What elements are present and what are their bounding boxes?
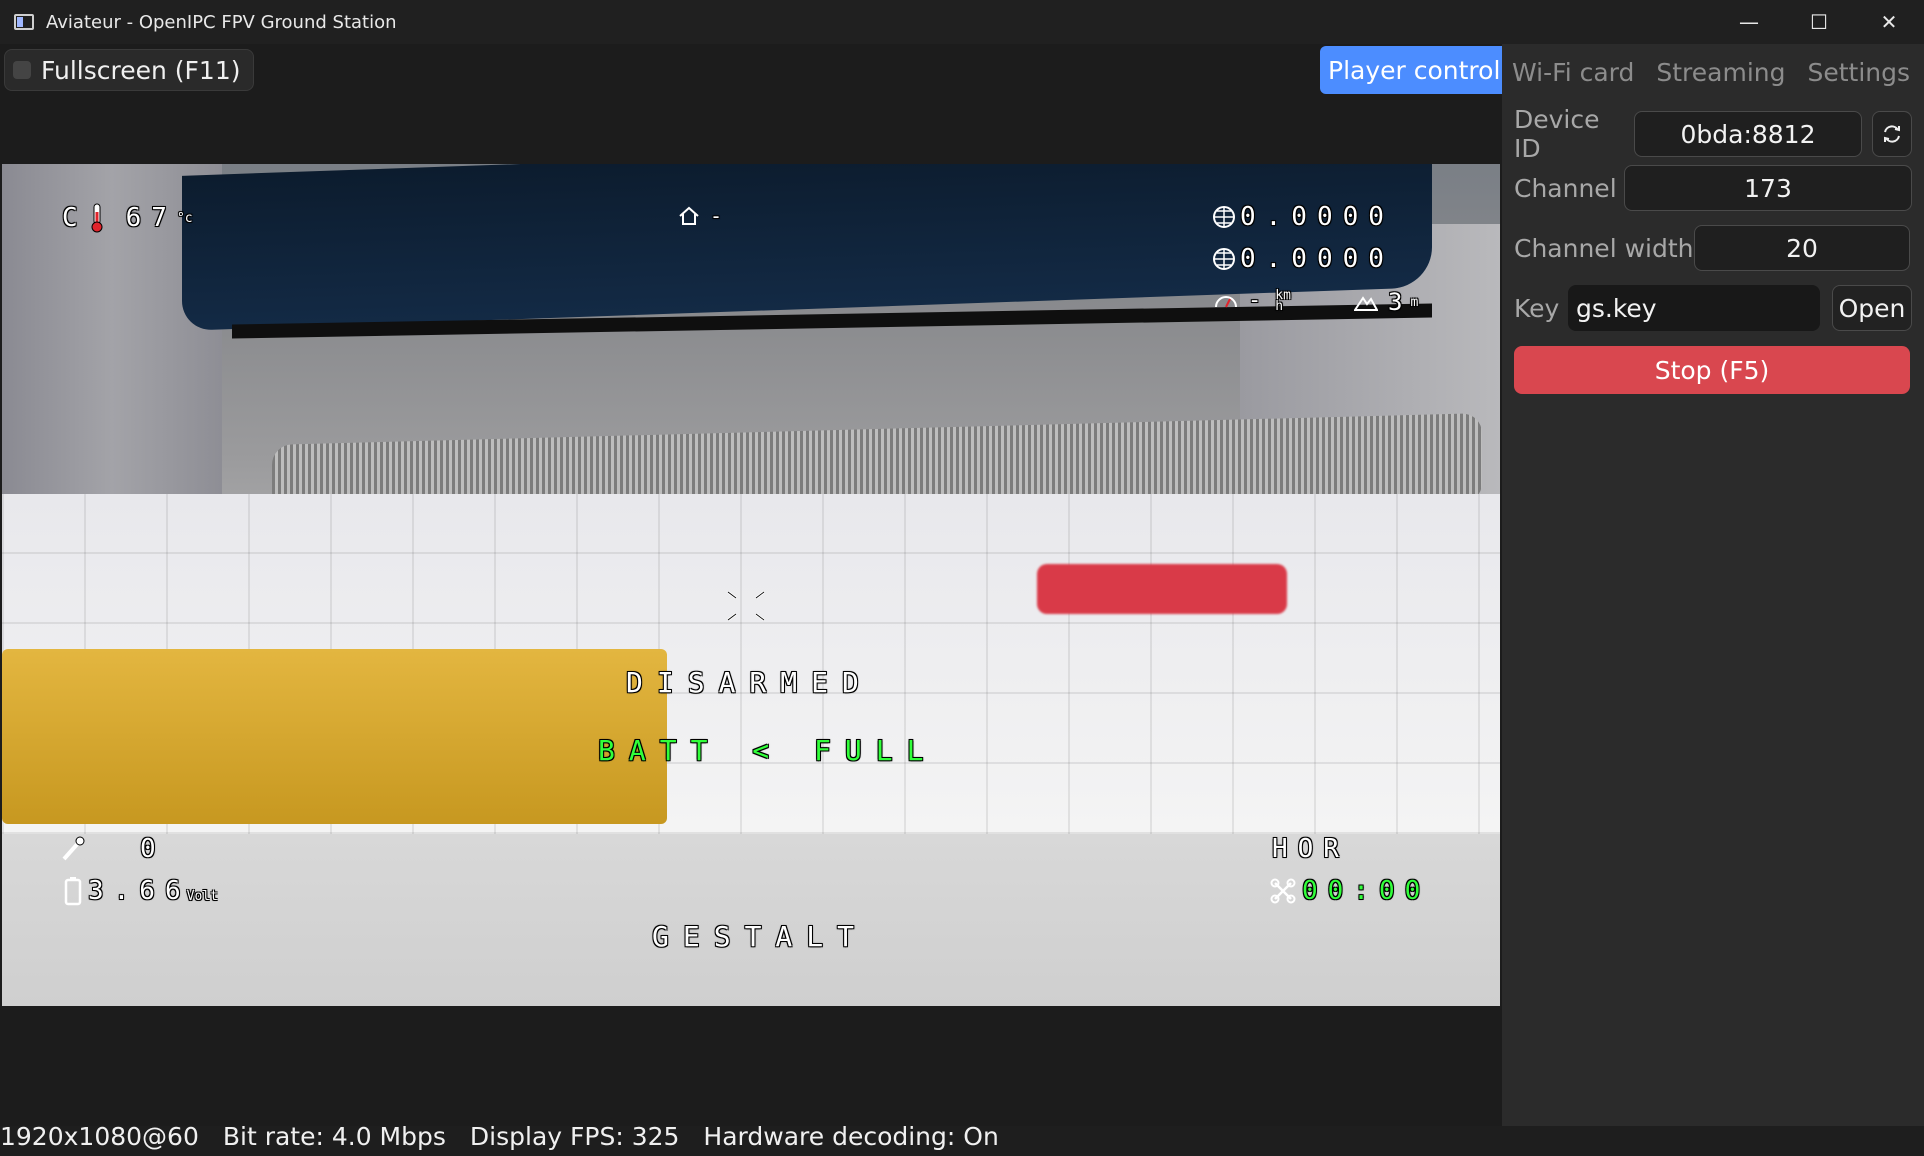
close-button[interactable]: ✕: [1854, 0, 1924, 44]
fullscreen-checkbox[interactable]: [13, 61, 31, 79]
refresh-button[interactable]: [1872, 111, 1912, 157]
osd-temperature: C 67 °c: [62, 202, 193, 234]
battery-icon: [64, 877, 82, 906]
osd-home: -: [678, 204, 732, 228]
channel-width-label: Channel width: [1514, 233, 1694, 263]
tab-bar: Wi-Fi card Streaming Settings: [1502, 44, 1921, 100]
tab-settings[interactable]: Settings: [1797, 48, 1922, 96]
video-scene-red-key: [1037, 564, 1287, 614]
osd-speed-unit-bottom: h: [1275, 298, 1284, 314]
osd-longitude: 0.0000: [1212, 244, 1394, 274]
globe-lon-icon: [1213, 248, 1235, 270]
fullscreen-toggle[interactable]: Fullscreen (F11): [4, 49, 254, 91]
window-controls: — ☐ ✕: [1714, 0, 1924, 44]
osd-disarmed: DISARMED: [626, 666, 873, 699]
window-title: Aviateur - OpenIPC FPV Ground Station: [46, 11, 397, 33]
drone-icon: [1270, 878, 1296, 904]
device-id-select[interactable]: 0bda:8812: [1634, 111, 1862, 157]
key-row: Key Open: [1514, 285, 1912, 331]
maximize-button[interactable]: ☐: [1784, 0, 1854, 44]
device-id-row: Device ID 0bda:8812: [1514, 105, 1912, 163]
osd-alt-unit: m: [1410, 294, 1419, 310]
tab-player-control[interactable]: Player control: [1320, 46, 1509, 94]
globe-lat-icon: [1213, 206, 1235, 228]
osd-lat-value: 0.0000: [1240, 202, 1394, 232]
osd-flight-mode: HOR: [1272, 834, 1349, 864]
osd-lon-value: 0.0000: [1240, 244, 1394, 274]
osd-home-distance: -: [710, 204, 733, 228]
throttle-icon: [62, 836, 85, 861]
osd-throttle: 0: [60, 834, 166, 864]
osd-temp-value: 67: [125, 203, 177, 233]
thermometer-icon: [91, 203, 103, 233]
fullscreen-label: Fullscreen (F11): [41, 55, 241, 85]
mountain-icon: [1354, 296, 1378, 311]
tab-streaming[interactable]: Streaming: [1645, 48, 1796, 96]
player-pane: Fullscreen (F11) C 67 °c - 0.0000 0.0000…: [0, 44, 1502, 1151]
device-id-label: Device ID: [1514, 105, 1600, 163]
stop-button[interactable]: Stop (F5): [1514, 346, 1910, 394]
osd-speed: - km h: [1214, 288, 1291, 313]
key-input[interactable]: [1568, 285, 1820, 331]
refresh-icon: [1884, 125, 1900, 143]
osd-temp-prefix: C: [62, 203, 88, 233]
channel-row: Channel 173: [1514, 165, 1912, 211]
osd-battery-warning: BATT < FULL: [598, 734, 938, 767]
key-label: Key: [1514, 293, 1560, 323]
tab-wifi-card[interactable]: Wi-Fi card: [1502, 48, 1645, 96]
channel-label: Channel: [1514, 173, 1617, 203]
status-bar: 1920x1080@60 Bit rate: 4.0 Mbps Display …: [0, 1116, 1502, 1156]
home-icon: [679, 206, 699, 225]
osd-temp-unit: °c: [176, 210, 193, 226]
minimize-button[interactable]: —: [1714, 0, 1784, 44]
osd-altitude: 3 m: [1354, 288, 1418, 316]
channel-width-row: Channel width 20: [1514, 225, 1910, 271]
control-panel: Wi-Fi card Streaming Settings Device ID …: [1502, 44, 1924, 1126]
osd-voltage: 3.66 Volt: [64, 876, 218, 906]
speedometer-icon: [1215, 295, 1237, 307]
crosshair-icon: [727, 591, 765, 621]
osd-speed-value: -: [1248, 288, 1262, 313]
video-scene-spacebar: [2, 649, 667, 824]
osd-voltage-unit: Volt: [186, 888, 218, 904]
app-icon: [14, 14, 34, 30]
osd-speed-unit: km h: [1275, 289, 1291, 314]
osd-craft-name: GESTALT: [652, 920, 869, 953]
title-bar: Aviateur - OpenIPC FPV Ground Station — …: [0, 0, 1924, 45]
osd-voltage-value: 3.66: [88, 876, 191, 906]
osd-throttle-value: 0: [140, 834, 166, 864]
osd-alt-value: 3: [1388, 288, 1403, 316]
video-feed: C 67 °c - 0.0000 0.0000 - km h 3 m DISAR…: [2, 164, 1500, 1006]
osd-flight-time: 00:00: [1270, 876, 1430, 906]
osd-flight-time-value: 00:00: [1302, 876, 1431, 906]
open-key-button[interactable]: Open: [1832, 285, 1912, 331]
osd-latitude: 0.0000: [1212, 202, 1394, 232]
channel-select[interactable]: 173: [1624, 165, 1912, 211]
channel-width-select[interactable]: 20: [1694, 225, 1910, 271]
